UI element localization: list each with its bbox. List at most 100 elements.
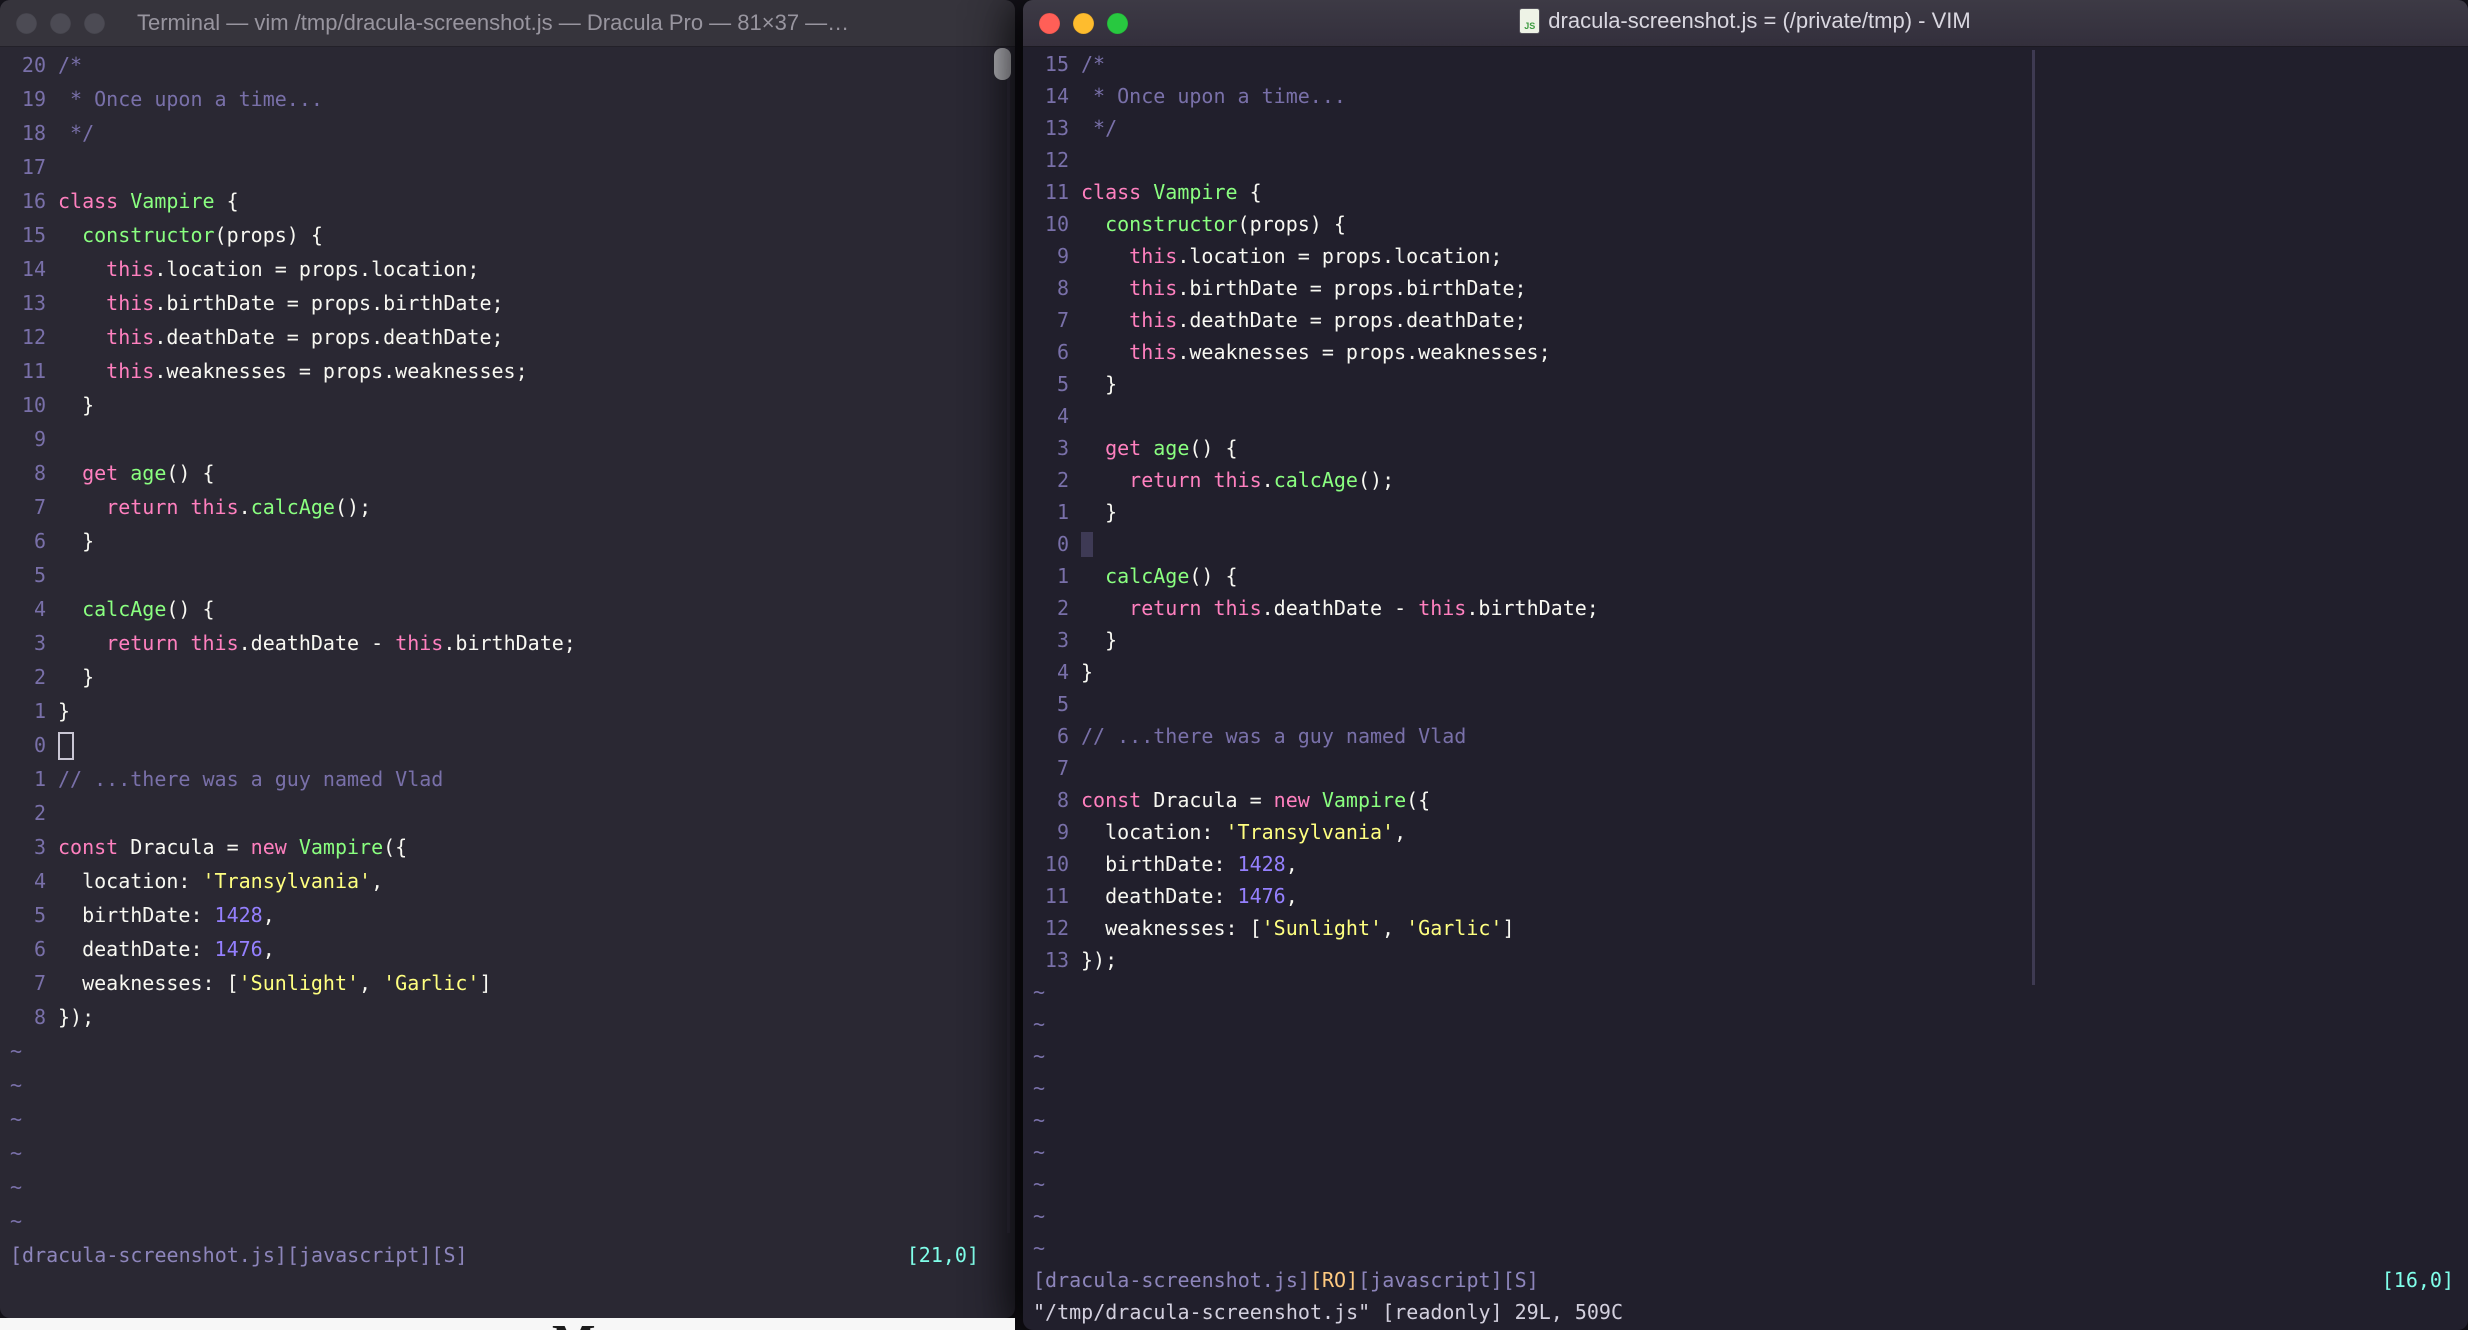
code-line[interactable]: 5 birthDate: 1428, xyxy=(10,898,1015,932)
code-line[interactable]: 15 constructor(props) { xyxy=(10,218,1015,252)
code-text: weaknesses: ['Sunlight', 'Garlic'] xyxy=(58,971,492,995)
code-line[interactable]: 4} xyxy=(1033,656,2468,688)
code-line[interactable]: 3 get age() { xyxy=(1033,432,2468,464)
code-line[interactable]: 11 deathDate: 1476, xyxy=(1033,880,2468,912)
code-line[interactable]: 4 xyxy=(1033,400,2468,432)
code-line[interactable]: 8 const Dracula = new Vampire({ xyxy=(1033,784,2468,816)
code-line[interactable]: 8 this.birthDate = props.birthDate; xyxy=(1033,272,2468,304)
code-line[interactable]: 7 weaknesses: ['Sunlight', 'Garlic'] xyxy=(10,966,1015,1000)
code-line[interactable]: 2 return this.deathDate - this.birthDate… xyxy=(1033,592,2468,624)
code-line[interactable]: 6 } xyxy=(10,524,1015,558)
code-line[interactable]: 0 xyxy=(1033,528,2468,560)
scrollbar-thumb[interactable] xyxy=(994,48,1011,80)
code-text: this.location = props.location; xyxy=(106,257,480,281)
code-line[interactable]: 8 get age() { xyxy=(10,456,1015,490)
code-line[interactable]: 9 this.location = props.location; xyxy=(1033,240,2468,272)
code-text: constructor(props) { xyxy=(1105,212,1346,236)
code-line[interactable]: 12 xyxy=(1033,144,2468,176)
line-number: 5 xyxy=(1056,372,1069,396)
code-line[interactable]: 10 } xyxy=(10,388,1015,422)
zoom-button[interactable] xyxy=(84,12,105,34)
code-line[interactable]: 8}); xyxy=(10,1000,1015,1034)
right-terminal-window[interactable]: dracula-screenshot.js = (/private/tmp) -… xyxy=(1023,0,2468,1330)
code-line[interactable]: 15 /* xyxy=(1033,48,2468,80)
desktop: Terminal — vim /tmp/dracula-screenshot.j… xyxy=(0,0,2468,1330)
line-number: 15 xyxy=(21,223,46,247)
code-line[interactable]: 10 constructor(props) { xyxy=(1033,208,2468,240)
minimize-button[interactable] xyxy=(1073,12,1094,34)
close-button[interactable] xyxy=(16,12,37,34)
code-line[interactable]: 5 xyxy=(1033,688,2468,720)
code-line[interactable]: 19 * Once upon a time... xyxy=(10,82,1015,116)
code-text: return this.calcAge(); xyxy=(1129,468,1395,492)
code-line[interactable]: 14 * Once upon a time... xyxy=(1033,80,2468,112)
left-terminal-window[interactable]: Terminal — vim /tmp/dracula-screenshot.j… xyxy=(0,0,1015,1318)
code-line[interactable]: 2 xyxy=(10,796,1015,830)
code-line[interactable]: 7 this.deathDate = props.deathDate; xyxy=(1033,304,2468,336)
empty-line-tilde: ~ xyxy=(1033,1140,1046,1164)
code-line[interactable]: 11 this.weaknesses = props.weaknesses; xyxy=(10,354,1015,388)
code-line[interactable]: 5 } xyxy=(1033,368,2468,400)
vim-statusline: [dracula-screenshot.js][RO][javascript][… xyxy=(1033,1264,2468,1296)
code-line[interactable]: 16 class Vampire { xyxy=(10,184,1015,218)
empty-line-tilde: ~ xyxy=(1033,1044,1046,1068)
code-line[interactable]: 1 calcAge() { xyxy=(1033,560,2468,592)
code-line[interactable]: 9 location: 'Transylvania', xyxy=(1033,816,2468,848)
code-line[interactable]: 7 xyxy=(1033,752,2468,784)
line-number: 0 xyxy=(1056,532,1069,556)
left-window-titlebar[interactable]: Terminal — vim /tmp/dracula-screenshot.j… xyxy=(0,0,1015,47)
code-line[interactable]: 20 /* xyxy=(10,48,1015,82)
code-line[interactable]: 14 this.location = props.location; xyxy=(10,252,1015,286)
window-title: dracula-screenshot.js = (/private/tmp) -… xyxy=(1548,7,1971,33)
code-line[interactable]: 2 return this.calcAge(); xyxy=(1033,464,2468,496)
empty-line-tilde: ~ xyxy=(1033,980,1046,1004)
right-window-titlebar[interactable]: dracula-screenshot.js = (/private/tmp) -… xyxy=(1023,0,2468,47)
code-line[interactable]: 13}); xyxy=(1033,944,2468,976)
code-line[interactable]: 5 xyxy=(10,558,1015,592)
line-number: 11 xyxy=(1044,180,1069,204)
code-text: return this.deathDate - this.birthDate; xyxy=(106,631,576,655)
code-line[interactable]: 1 } xyxy=(1033,496,2468,528)
code-line[interactable]: 4 calcAge() { xyxy=(10,592,1015,626)
code-text: } xyxy=(58,699,71,723)
line-number: 8 xyxy=(33,1005,46,1029)
code-text: } xyxy=(58,393,95,417)
code-line[interactable]: 18 */ xyxy=(10,116,1015,150)
code-line[interactable]: 11 class Vampire { xyxy=(1033,176,2468,208)
code-line[interactable]: 12 this.deathDate = props.deathDate; xyxy=(10,320,1015,354)
code-line[interactable]: 3 } xyxy=(1033,624,2468,656)
vim-buffer-left[interactable]: 20/* 19 * Once upon a time... 18 */17 16 cla… xyxy=(0,46,1015,1318)
line-number: 13 xyxy=(21,291,46,315)
code-text: location: 'Transylvania', xyxy=(58,869,384,893)
window-title-wrap: dracula-screenshot.js = (/private/tmp) -… xyxy=(1023,8,2468,39)
code-line[interactable]: 10 birthDate: 1428, xyxy=(1033,848,2468,880)
code-text: * Once upon a time... xyxy=(58,87,323,111)
code-line[interactable]: 7 return this.calcAge(); xyxy=(10,490,1015,524)
code-text: calcAge() { xyxy=(82,597,215,621)
code-line[interactable]: 4 location: 'Transylvania', xyxy=(10,864,1015,898)
close-button[interactable] xyxy=(1039,12,1060,34)
code-line[interactable]: 2 } xyxy=(10,660,1015,694)
code-text: // ...there was a guy named Vlad xyxy=(58,767,444,791)
code-line[interactable]: 6 // ...there was a guy named Vlad xyxy=(1033,720,2468,752)
code-line[interactable]: 6 this.weaknesses = props.weaknesses; xyxy=(1033,336,2468,368)
minimize-button[interactable] xyxy=(50,12,71,34)
code-line[interactable]: 9 xyxy=(10,422,1015,456)
code-line[interactable]: 6 deathDate: 1476, xyxy=(10,932,1015,966)
zoom-button[interactable] xyxy=(1107,12,1128,34)
vim-message-line: "/tmp/dracula-screenshot.js" [readonly] … xyxy=(1033,1300,1624,1324)
code-line[interactable]: 1 // ...there was a guy named Vlad xyxy=(10,762,1015,796)
code-text: } xyxy=(1081,660,1094,684)
code-line[interactable]: 17 xyxy=(10,150,1015,184)
code-text: this.deathDate = props.deathDate; xyxy=(1129,308,1527,332)
code-text: return this.deathDate - this.birthDate; xyxy=(1129,596,1599,620)
code-line[interactable]: 12 weaknesses: ['Sunlight', 'Garlic'] xyxy=(1033,912,2468,944)
code-line[interactable]: 1} xyxy=(10,694,1015,728)
code-text: this.weaknesses = props.weaknesses; xyxy=(106,359,528,383)
code-line[interactable]: 0 xyxy=(10,728,1015,762)
vim-buffer-right[interactable]: 15/* 14 * Once upon a time... 13 */12 11 cla… xyxy=(1023,46,2468,1330)
code-line[interactable]: 3 return this.deathDate - this.birthDate… xyxy=(10,626,1015,660)
code-line[interactable]: 13 this.birthDate = props.birthDate; xyxy=(10,286,1015,320)
code-line[interactable]: 13 */ xyxy=(1033,112,2468,144)
code-line[interactable]: 3 const Dracula = new Vampire({ xyxy=(10,830,1015,864)
